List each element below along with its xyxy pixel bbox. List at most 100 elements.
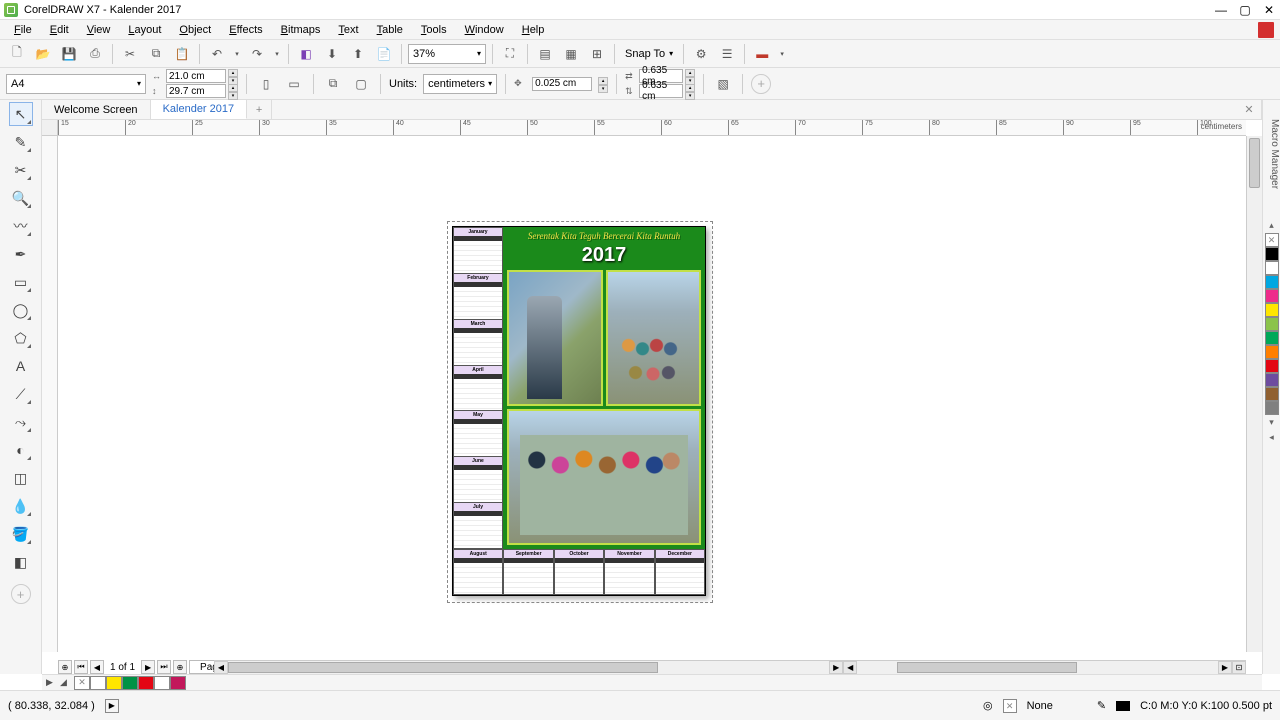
outline-pen-icon[interactable]: ✎ (1097, 699, 1106, 712)
swatch[interactable] (1265, 261, 1279, 275)
smart-fill-icon[interactable]: ◧ (9, 550, 33, 574)
save-icon[interactable]: 💾 (58, 43, 80, 65)
palette-up-icon[interactable]: ▴ (1269, 218, 1274, 233)
landscape-icon[interactable]: ▭ (283, 73, 305, 95)
menu-object[interactable]: Object (171, 22, 219, 38)
menu-help[interactable]: Help (514, 22, 553, 38)
macro-manager-docker[interactable]: Macro Manager (1262, 100, 1280, 200)
page-width-input[interactable]: 21.0 cm (166, 69, 226, 83)
current-page-icon[interactable]: ▢ (350, 73, 372, 95)
swatch[interactable] (1265, 303, 1279, 317)
nudge-input[interactable]: 0.025 cm (532, 77, 592, 91)
page-size-select[interactable]: A4▾ (6, 74, 146, 94)
undo-drop-icon[interactable]: ▾ (232, 43, 242, 65)
doc-swatch[interactable] (106, 676, 122, 690)
doc-swatch[interactable] (90, 676, 106, 690)
swatch[interactable] (1265, 331, 1279, 345)
open-icon[interactable]: 📂 (32, 43, 54, 65)
doc-swatch[interactable] (154, 676, 170, 690)
options-icon[interactable]: ⚙ (690, 43, 712, 65)
freehand-tool-icon[interactable]: 〰 (9, 214, 33, 238)
transparency-icon[interactable]: ◫ (9, 466, 33, 490)
horizontal-ruler[interactable]: 1520253035404550556065707580859095100 (58, 120, 1246, 136)
import-icon[interactable]: ⬇ (321, 43, 343, 65)
zoom-tool-icon[interactable]: 🔍 (9, 186, 33, 210)
show-guides-icon[interactable]: ⊞ (586, 43, 608, 65)
menu-window[interactable]: Window (457, 22, 512, 38)
outline-swatch[interactable] (1116, 701, 1130, 711)
vertical-ruler[interactable] (42, 136, 58, 652)
add-page-before-icon[interactable]: ⊕ (58, 660, 72, 674)
doc-swatch[interactable] (138, 676, 154, 690)
swatch[interactable] (1265, 345, 1279, 359)
user-account-icon[interactable] (1258, 22, 1274, 38)
connector-tool-icon[interactable]: ⤳ (9, 410, 33, 434)
swatch[interactable] (1265, 317, 1279, 331)
redo-icon[interactable]: ↷ (246, 43, 268, 65)
show-grid-icon[interactable]: ▦ (560, 43, 582, 65)
swatch[interactable] (1265, 373, 1279, 387)
swatch[interactable] (1265, 359, 1279, 373)
fill-swatch-icon[interactable]: ◎ (983, 699, 993, 712)
docpal-eyedrop-icon[interactable]: ◢ (60, 677, 74, 688)
rectangle-tool-icon[interactable]: ▭ (9, 270, 33, 294)
search-content-icon[interactable]: ◧ (295, 43, 317, 65)
swatch[interactable] (1265, 289, 1279, 303)
next-page-icon[interactable]: ▶ (141, 660, 155, 674)
artistic-media-icon[interactable]: ✒ (9, 242, 33, 266)
palette-flyout-icon[interactable]: ◂ (1269, 430, 1274, 445)
menu-bitmaps[interactable]: Bitmaps (273, 22, 329, 38)
cut-icon[interactable]: ✂ (119, 43, 141, 65)
show-rulers-icon[interactable]: ▤ (534, 43, 556, 65)
ruler-origin-icon[interactable] (42, 120, 58, 136)
palette-down-icon[interactable]: ▾ (1269, 415, 1274, 430)
last-page-icon[interactable]: ⏭ (157, 660, 171, 674)
docpal-none[interactable] (74, 676, 90, 690)
redo-drop-icon[interactable]: ▾ (272, 43, 282, 65)
undo-icon[interactable]: ↶ (206, 43, 228, 65)
print-icon[interactable]: ⎙ (84, 43, 106, 65)
publish-pdf-icon[interactable]: 📄 (373, 43, 395, 65)
tab-welcome[interactable]: Welcome Screen (42, 100, 151, 119)
height-spinner[interactable]: ▴▾ (228, 84, 238, 98)
swatch[interactable] (1265, 247, 1279, 261)
swatch-none[interactable] (1265, 233, 1279, 247)
pick-tool-icon[interactable]: ↖ (9, 102, 33, 126)
copy-icon[interactable]: ⧉ (145, 43, 167, 65)
menu-edit[interactable]: Edit (42, 22, 77, 38)
menu-layout[interactable]: Layout (120, 22, 169, 38)
new-doc-icon[interactable]: 🗋 (6, 43, 28, 65)
horizontal-scrollbar[interactable]: ◀ ▶ ◀ ▶ ⊡ (214, 660, 1246, 674)
dupy-input[interactable]: 0.635 cm (639, 84, 683, 98)
treat-as-filled-icon[interactable]: ▧ (712, 73, 734, 95)
add-page-after-icon[interactable]: ⊕ (173, 660, 187, 674)
swatch[interactable] (1265, 275, 1279, 289)
nudge-spinner[interactable]: ▴▾ (598, 77, 608, 91)
tab-kalender[interactable]: Kalender 2017 (151, 100, 248, 119)
paste-icon[interactable]: 📋 (171, 43, 193, 65)
shape-tool-icon[interactable]: ✎ (9, 130, 33, 154)
add-property-icon[interactable]: + (751, 74, 771, 94)
polygon-tool-icon[interactable]: ⬠ (9, 326, 33, 350)
export-icon[interactable]: ⬆ (347, 43, 369, 65)
menu-effects[interactable]: Effects (221, 22, 270, 38)
ellipse-tool-icon[interactable]: ◯ (9, 298, 33, 322)
doc-swatch[interactable] (122, 676, 138, 690)
tab-close-icon[interactable]: ✕ (1237, 100, 1262, 119)
crop-tool-icon[interactable]: ✂ (9, 158, 33, 182)
menu-tools[interactable]: Tools (413, 22, 455, 38)
launch-drop-icon[interactable]: ▾ (777, 43, 787, 65)
docpal-left-icon[interactable]: ▶ (46, 677, 60, 688)
add-tool-icon[interactable]: + (11, 584, 31, 604)
units-select[interactable]: centimeters▾ (423, 74, 497, 94)
menu-view[interactable]: View (79, 22, 119, 38)
fill-none-icon[interactable] (1003, 699, 1017, 713)
menu-table[interactable]: Table (369, 22, 411, 38)
all-pages-icon[interactable]: ⧉ (322, 73, 344, 95)
text-tool-icon[interactable]: A (9, 354, 33, 378)
page-artwork[interactable]: JanuaryFebruaryMarchAprilMayJuneJuly Ser… (452, 226, 706, 596)
tab-new-icon[interactable]: + (247, 100, 272, 119)
interactive-fill-icon[interactable]: 🪣 (9, 522, 33, 546)
page-height-input[interactable]: 29.7 cm (166, 84, 226, 98)
app-launcher-icon[interactable]: ☰ (716, 43, 738, 65)
